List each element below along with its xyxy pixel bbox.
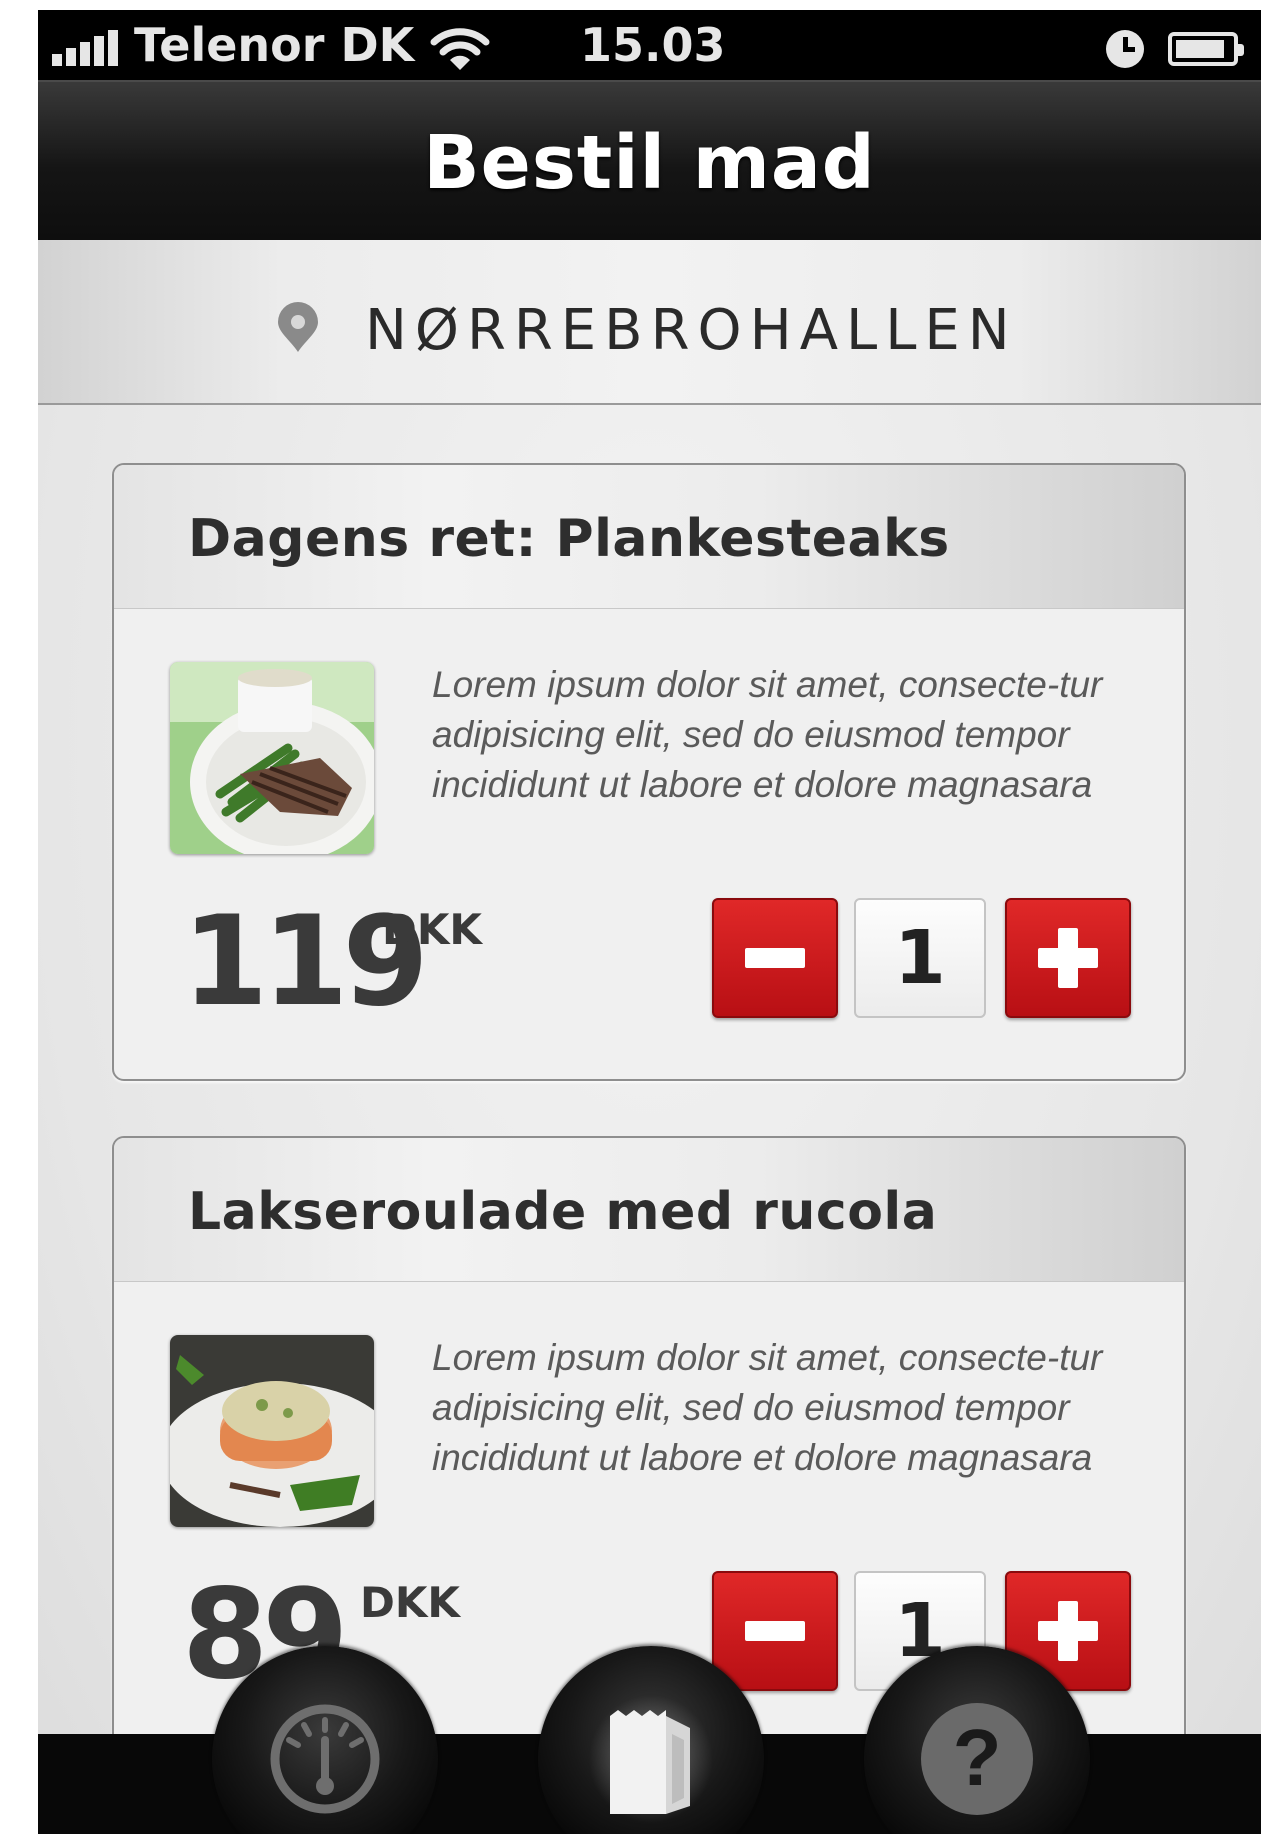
location-pin-icon [278,302,318,352]
menu-item-header: Dagens ret: Plankesteaks [114,465,1184,609]
status-time: 15.03 [580,18,726,72]
phone-screen: Telenor DK 15.03 Bestil mad NØRREBROHALL… [38,10,1261,1834]
menu-item-description: Lorem ipsum dolor sit amet, consecte-tur… [432,664,1103,805]
location-name: NØRREBROHALLEN [365,298,1018,363]
increase-quantity-button[interactable] [1005,898,1131,1018]
menu-item-title: Lakseroulade med rucola [188,1182,938,1242]
alarm-clock-icon [1106,30,1144,68]
decrease-quantity-button[interactable] [712,898,838,1018]
help-icon: ? [921,1703,1033,1815]
menu-item-header: Lakseroulade med rucola [114,1138,1184,1282]
carrier-name: Telenor DK [134,18,415,72]
dish-photo [170,662,374,854]
signal-icon [52,30,122,66]
shopping-bag-icon [589,1695,713,1823]
location-bar[interactable]: NØRREBROHALLEN [38,240,1261,405]
status-bar: Telenor DK 15.03 [38,10,1261,80]
quantity-field[interactable]: 1 [854,898,986,1018]
currency-label: DKK [360,1578,460,1627]
decrease-quantity-button[interactable] [712,1571,838,1691]
battery-icon [1168,32,1244,66]
navigation-bar: Bestil mad [38,80,1261,240]
menu-item-description: Lorem ipsum dolor sit amet, consecte-tur… [432,1337,1103,1478]
help-glyph: ? [953,1713,1002,1802]
wifi-icon [430,28,490,70]
page-title: Bestil mad [423,120,876,206]
dish-photo [170,1335,374,1527]
menu-item-title: Dagens ret: Plankesteaks [188,509,950,569]
currency-label: DKK [382,905,482,954]
menu-item-card: Dagens ret: Plankesteaks Lorem ipsum dol… [112,463,1186,1081]
gauge-icon [270,1704,380,1814]
